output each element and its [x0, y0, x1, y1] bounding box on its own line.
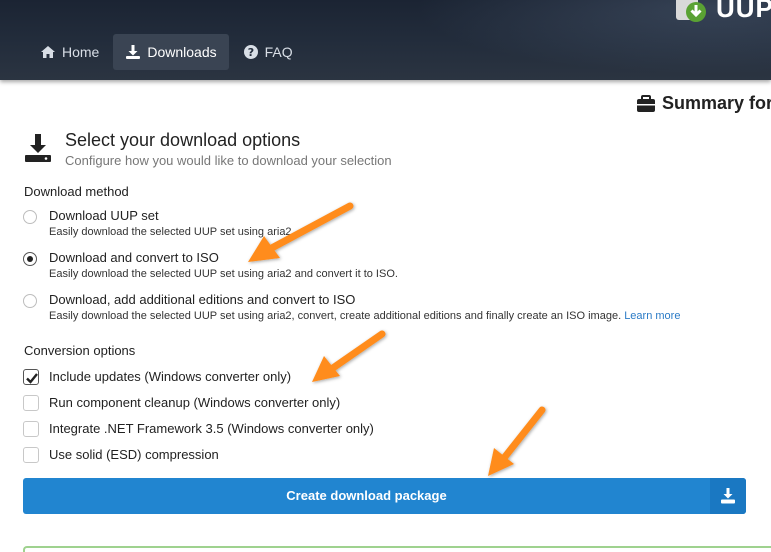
disc-download-logo-icon — [672, 0, 708, 26]
annotation-arrow-3 — [488, 406, 546, 476]
question-circle-icon: ? — [243, 44, 259, 60]
summary-heading: Summary for y — [636, 93, 771, 114]
option-label: Download UUP set — [49, 208, 159, 223]
download-icon — [721, 488, 735, 504]
option-description: Easily download the selected UUP set usi… — [49, 226, 295, 238]
checkbox-label: Use solid (ESD) compression — [49, 447, 219, 462]
download-tray-icon — [24, 133, 52, 163]
svg-text:?: ? — [247, 46, 253, 59]
annotation-arrow-2 — [312, 330, 386, 382]
nav-home-label: Home — [62, 44, 100, 60]
option-label: Download and convert to ISO — [49, 250, 219, 265]
nav-home[interactable]: Home — [28, 34, 111, 70]
option-description: Easily download the selected UUP set usi… — [49, 310, 680, 322]
create-download-package-button[interactable]: Create download package — [23, 478, 746, 514]
checkbox-label: Include updates (Windows converter only) — [49, 369, 292, 384]
checkbox-include-updates[interactable] — [23, 369, 39, 385]
radio-download-convert-iso[interactable] — [23, 252, 37, 266]
main-nav: Home Downloads ? FAQ — [28, 34, 307, 70]
button-download-icon-area — [710, 478, 746, 514]
option-description: Easily download the selected UUP set usi… — [49, 268, 398, 280]
download-icon — [125, 44, 141, 60]
top-header: UUP Home Downloads ? FAQ — [0, 0, 771, 80]
learn-more-link[interactable]: Learn more — [624, 310, 680, 322]
nav-downloads[interactable]: Downloads — [113, 34, 229, 70]
brand-title: UUP — [716, 0, 771, 23]
nav-downloads-label: Downloads — [147, 44, 217, 60]
checkbox-integrate-netfx[interactable] — [23, 421, 39, 437]
checkmark-icon — [26, 373, 38, 384]
home-icon — [40, 44, 56, 60]
checkbox-component-cleanup[interactable] — [23, 395, 39, 411]
briefcase-icon — [636, 94, 656, 113]
checkbox-label: Integrate .NET Framework 3.5 (Windows co… — [49, 421, 374, 436]
summary-title: Summary for y — [662, 93, 771, 113]
radio-additional-editions[interactable] — [23, 294, 37, 308]
option-description-text: Easily download the selected UUP set usi… — [49, 310, 622, 322]
checkbox-solid-esd[interactable] — [23, 447, 39, 463]
nav-faq[interactable]: ? FAQ — [231, 34, 305, 70]
section-title: Select your download options — [65, 130, 301, 150]
section-subtitle: Configure how you would like to download… — [65, 153, 392, 168]
radio-download-uup-set[interactable] — [23, 210, 37, 224]
option-label: Download, add additional editions and co… — [49, 292, 356, 307]
checkbox-label: Run component cleanup (Windows converter… — [49, 395, 341, 410]
next-panel-edge — [23, 546, 771, 552]
conversion-options-label: Conversion options — [24, 343, 136, 358]
brand[interactable]: UUP — [672, 0, 771, 28]
create-download-package-label: Create download package — [286, 488, 447, 503]
download-method-label: Download method — [24, 184, 129, 199]
nav-faq-label: FAQ — [264, 44, 293, 60]
